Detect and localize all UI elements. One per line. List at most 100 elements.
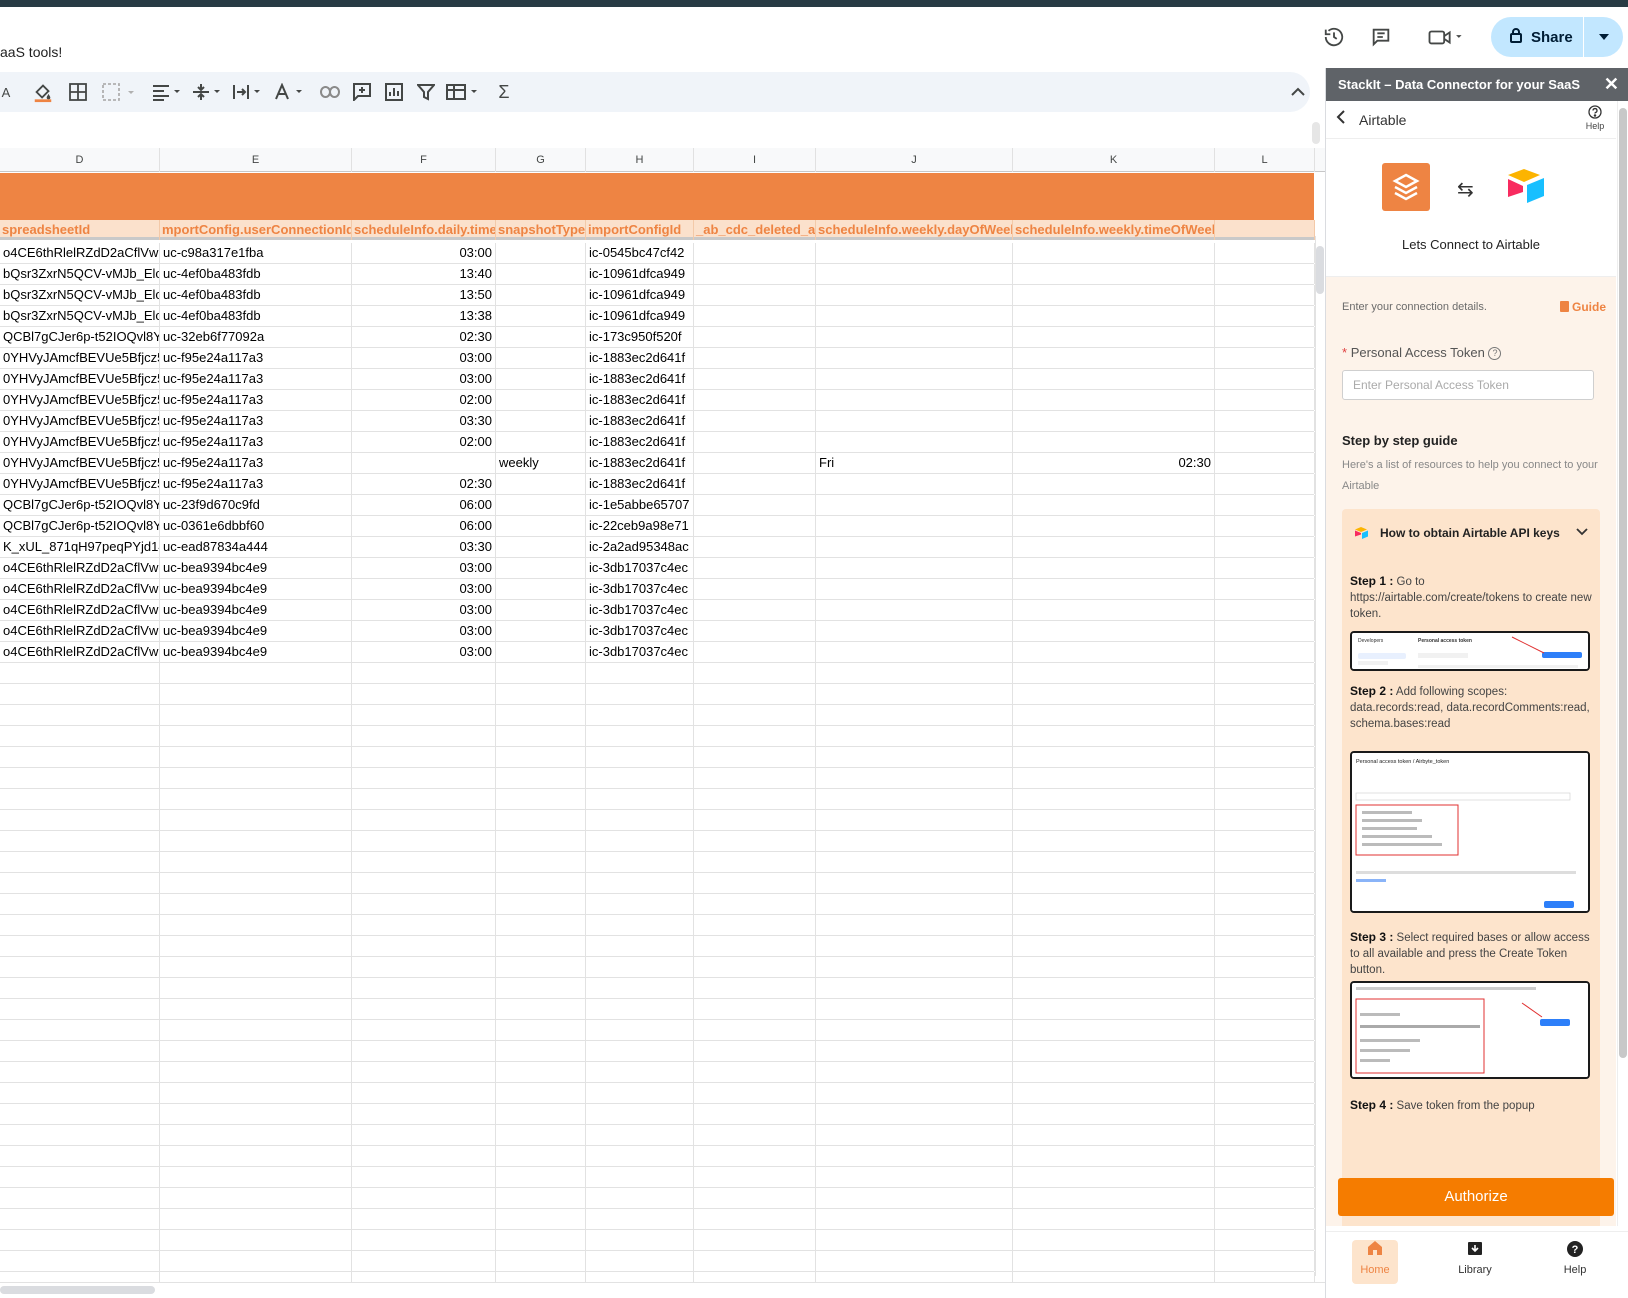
table-cell[interactable] — [0, 1230, 160, 1250]
table-cell[interactable] — [694, 1041, 816, 1061]
table-cell[interactable] — [352, 831, 496, 851]
table-cell[interactable] — [1013, 789, 1215, 809]
table-cell[interactable] — [694, 978, 816, 998]
table-cell[interactable]: o4CE6thRlelRZdD2aCflVw — [0, 642, 160, 662]
table-cell[interactable] — [160, 705, 352, 725]
table-cell[interactable] — [0, 1146, 160, 1166]
table-cell[interactable] — [352, 684, 496, 704]
table-cell[interactable] — [694, 453, 816, 473]
table-cell[interactable] — [694, 1188, 816, 1208]
table-cell[interactable]: 03:00 — [352, 600, 496, 620]
table-cell[interactable] — [1215, 978, 1315, 998]
table-cell[interactable] — [160, 1104, 352, 1124]
field-header-cell[interactable]: mportConfig.userConnectionId — [160, 220, 352, 240]
table-cell[interactable] — [160, 747, 352, 767]
table-cell[interactable] — [496, 579, 586, 599]
table-cell[interactable] — [694, 264, 816, 284]
field-header-cell[interactable]: spreadsheetId — [0, 220, 160, 240]
filter-icon[interactable] — [414, 80, 438, 104]
table-cell[interactable] — [160, 1251, 352, 1271]
table-cell[interactable] — [1215, 516, 1315, 536]
formula-bar[interactable] — [0, 116, 1325, 148]
table-cell[interactable] — [586, 1230, 694, 1250]
table-cell[interactable] — [694, 957, 816, 977]
table-cell[interactable] — [1215, 768, 1315, 788]
table-cell[interactable] — [694, 285, 816, 305]
table-cell[interactable] — [586, 1188, 694, 1208]
table-cell[interactable] — [496, 852, 586, 872]
help-button[interactable]: Help — [1582, 105, 1608, 131]
table-cell[interactable] — [496, 873, 586, 893]
table-cell[interactable] — [0, 1062, 160, 1082]
table-cell[interactable]: uc-bea9394bc4e9 — [160, 600, 352, 620]
table-cell[interactable]: ic-1883ec2d641f — [586, 348, 694, 368]
table-cell[interactable]: QCBl7gCJer6p-t52IOQvl8Y — [0, 495, 160, 515]
table-cell[interactable] — [1215, 915, 1315, 935]
table-cell[interactable] — [1013, 1083, 1215, 1103]
table-cell[interactable]: uc-4ef0ba483fdb — [160, 264, 352, 284]
panel-vertical-scroll-thumb[interactable] — [1619, 108, 1627, 1058]
table-cell[interactable] — [586, 957, 694, 977]
table-cell[interactable] — [694, 537, 816, 557]
table-cell[interactable] — [816, 516, 1013, 536]
table-cell[interactable] — [352, 1125, 496, 1145]
table-cell[interactable]: 03:00 — [352, 369, 496, 389]
table-cell[interactable] — [1215, 558, 1315, 578]
doc-title[interactable]: aaS tools! — [0, 44, 62, 60]
table-cell[interactable]: ic-1883ec2d641f — [586, 474, 694, 494]
field-header-cell[interactable]: _ab_cdc_deleted_at — [694, 220, 816, 240]
table-cell[interactable] — [694, 1062, 816, 1082]
table-cell[interactable] — [0, 768, 160, 788]
table-cell[interactable] — [496, 474, 586, 494]
table-cell[interactable] — [816, 705, 1013, 725]
table-cell[interactable] — [586, 1125, 694, 1145]
table-cell[interactable] — [496, 411, 586, 431]
table-cell[interactable] — [816, 915, 1013, 935]
table-cell[interactable] — [1215, 747, 1315, 767]
vertical-align-icon[interactable] — [192, 80, 224, 104]
table-cell[interactable] — [1215, 1188, 1315, 1208]
table-cell[interactable] — [496, 1167, 586, 1187]
table-cell[interactable] — [1013, 390, 1215, 410]
table-cell[interactable] — [1215, 306, 1315, 326]
table-cell[interactable] — [586, 1251, 694, 1271]
table-cell[interactable]: bQsr3ZxrN5QCV-vMJb_Elo — [0, 285, 160, 305]
table-cell[interactable] — [1013, 558, 1215, 578]
table-cell[interactable] — [1013, 537, 1215, 557]
table-cell[interactable]: uc-c98a317e1fba — [160, 243, 352, 263]
table-cell[interactable] — [1013, 600, 1215, 620]
table-cell[interactable] — [0, 747, 160, 767]
table-cell[interactable] — [694, 369, 816, 389]
table-cell[interactable] — [352, 789, 496, 809]
table-cell[interactable] — [1215, 432, 1315, 452]
table-cell[interactable] — [1215, 852, 1315, 872]
table-cell[interactable] — [496, 243, 586, 263]
table-cell[interactable] — [694, 600, 816, 620]
table-cell[interactable] — [816, 1041, 1013, 1061]
table-cell[interactable] — [1215, 1083, 1315, 1103]
table-cell[interactable] — [816, 327, 1013, 347]
table-cell[interactable] — [496, 1041, 586, 1061]
table-cell[interactable] — [816, 1020, 1013, 1040]
table-cell[interactable]: uc-bea9394bc4e9 — [160, 621, 352, 641]
table-cell[interactable]: uc-ead87834a444 — [160, 537, 352, 557]
table-cell[interactable] — [0, 936, 160, 956]
table-cell[interactable] — [1013, 705, 1215, 725]
table-cell[interactable]: o4CE6thRlelRZdD2aCflVw — [0, 579, 160, 599]
table-cell[interactable] — [1215, 642, 1315, 662]
table-cell[interactable] — [816, 1230, 1013, 1250]
link-icon[interactable] — [318, 80, 342, 104]
align-icon[interactable] — [152, 80, 184, 104]
table-cell[interactable] — [352, 747, 496, 767]
nav-library[interactable]: Library — [1452, 1240, 1498, 1284]
table-cell[interactable] — [0, 1251, 160, 1271]
table-cell[interactable] — [586, 894, 694, 914]
table-cell[interactable] — [160, 1020, 352, 1040]
table-cell[interactable] — [1215, 411, 1315, 431]
table-cell[interactable] — [1215, 1125, 1315, 1145]
table-cell[interactable] — [1013, 957, 1215, 977]
table-cell[interactable] — [352, 1188, 496, 1208]
table-cell[interactable] — [816, 957, 1013, 977]
table-cell[interactable]: ic-1883ec2d641f — [586, 432, 694, 452]
text-rotation-icon[interactable] — [274, 80, 306, 104]
